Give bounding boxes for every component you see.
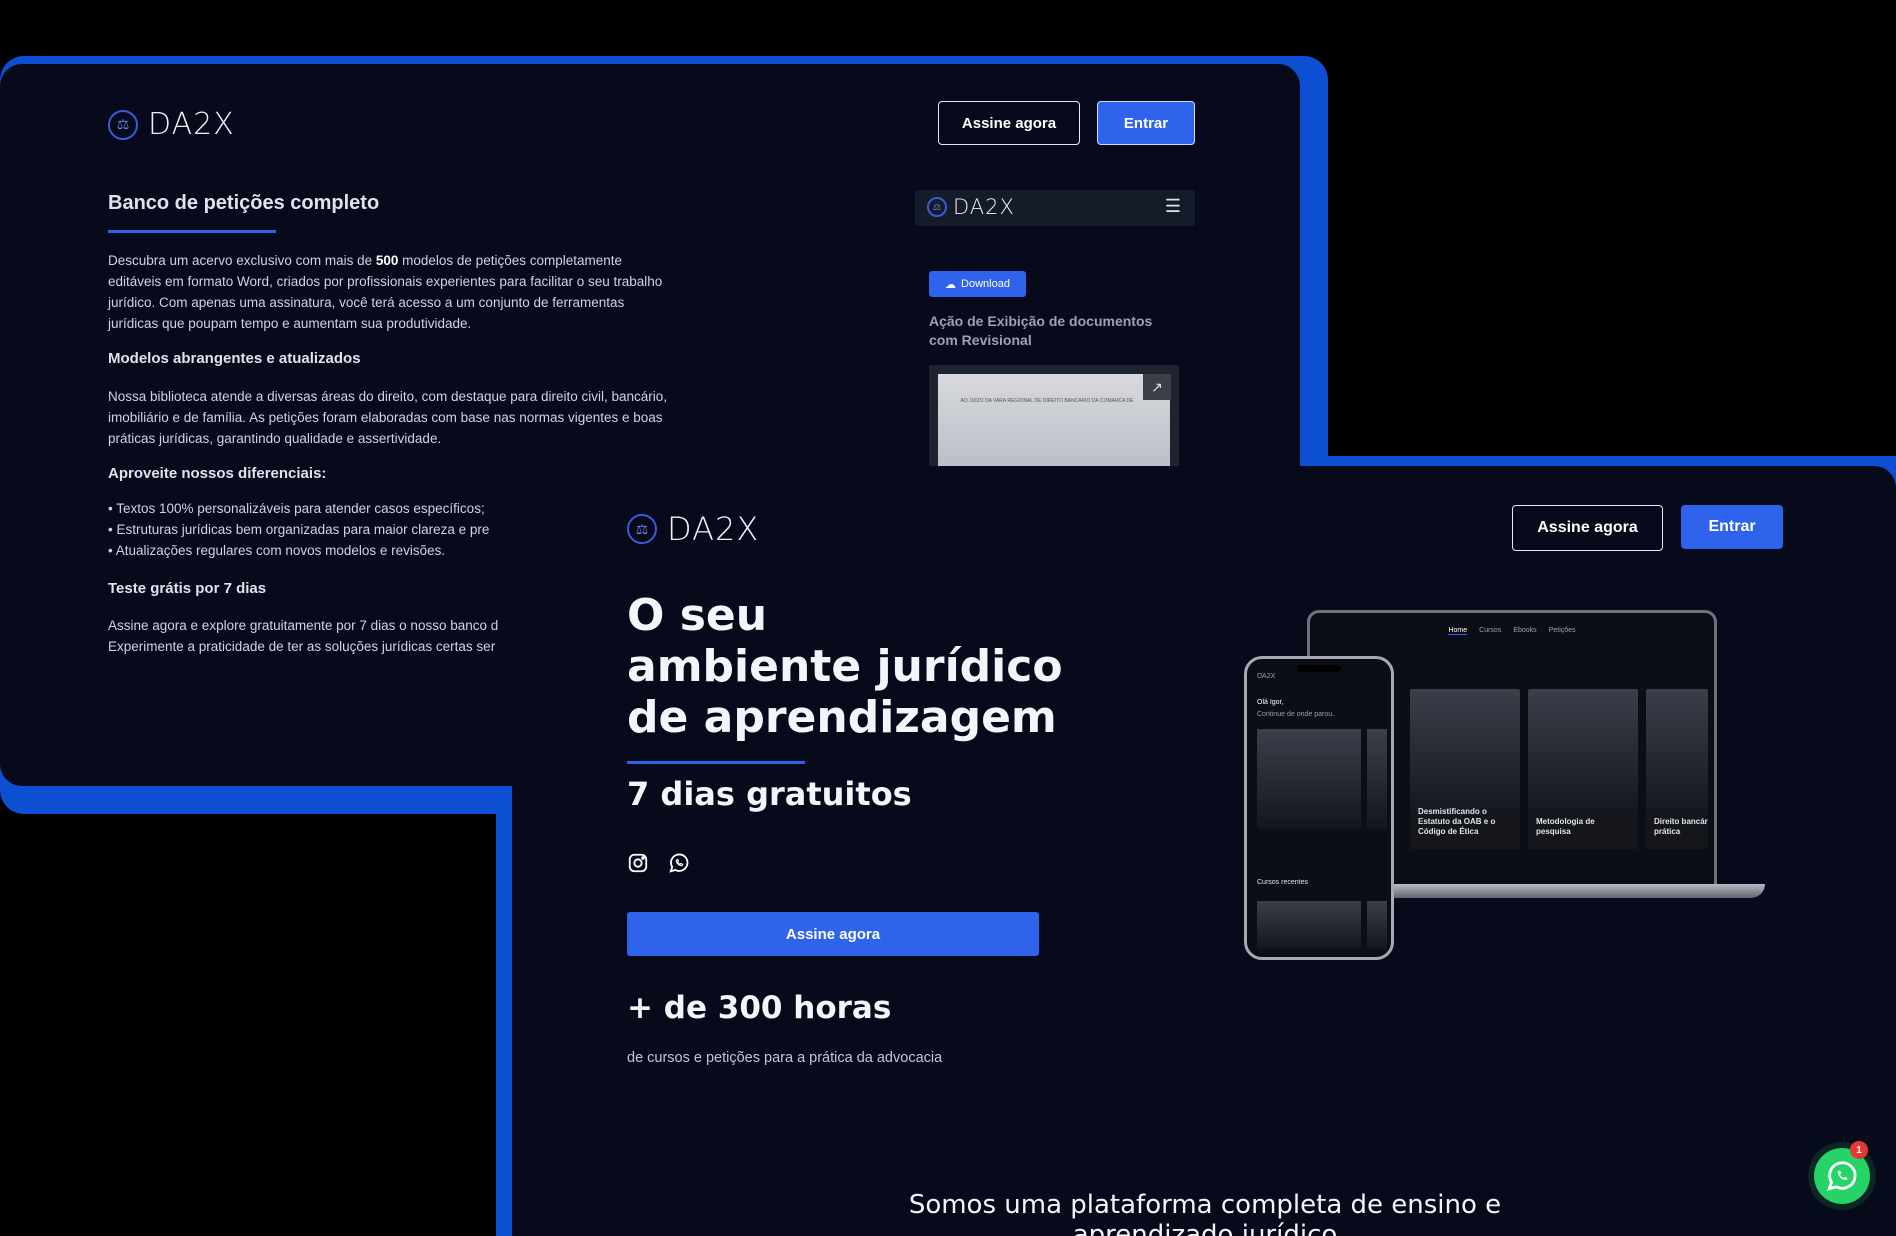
- phone-recent-card: [1367, 901, 1387, 949]
- about-line: aprendizado jurídico: [1072, 1220, 1338, 1236]
- phone-logo: DA2X: [1257, 673, 1276, 680]
- logo-text: DA2X: [667, 510, 760, 548]
- hero-underline: [627, 761, 805, 764]
- instagram-icon[interactable]: [627, 852, 649, 874]
- back-login-button[interactable]: Entrar: [1097, 101, 1195, 145]
- phone-notch: [1297, 665, 1341, 672]
- hero-subheading: 7 dias gratuitos: [627, 775, 912, 813]
- front-logo[interactable]: ⚖ DA2X: [627, 510, 759, 548]
- document-title: Ação de Exibição de documentos com Revis…: [929, 313, 1153, 348]
- whatsapp-icon: [1827, 1161, 1857, 1191]
- download-button[interactable]: ☁ Download: [929, 271, 1026, 297]
- course-card-title: Metodologia de pesquisa: [1536, 817, 1595, 836]
- intro-count: 500: [375, 253, 399, 268]
- course-card: Metodologia de pesquisa: [1528, 689, 1638, 849]
- course-card-title: Direito bancár prática: [1654, 817, 1708, 836]
- phone-mockup: DA2X Olá Igor, Continue de onde parou. C…: [1244, 656, 1394, 960]
- phone-recent: Cursos recentes: [1257, 879, 1308, 886]
- hero-line: de aprendizagem: [627, 692, 1057, 743]
- whatsapp-icon[interactable]: [668, 852, 690, 874]
- document-preview[interactable]: AO JUÍZO DA VARA REGIONAL DE DIREITO BAN…: [929, 365, 1179, 474]
- scales-icon: ⚖: [927, 197, 947, 217]
- phone-recent-card: [1257, 901, 1361, 949]
- intro-paragraph: Descubra um acervo exclusivo com mais de…: [108, 250, 668, 334]
- back-subscribe-button[interactable]: Assine agora: [938, 101, 1080, 145]
- scales-icon: ⚖: [108, 109, 138, 140]
- hours-stat: + de 300 horas: [627, 990, 892, 1026]
- section-heading: Modelos abrangentes e atualizados: [108, 350, 361, 367]
- mobile-logo: ⚖ DA2X: [927, 195, 1015, 219]
- hero-heading: O seu ambiente jurídico de aprendizagem: [627, 590, 1063, 743]
- laptop-nav-item: Cursos: [1479, 627, 1502, 634]
- hero-line: ambiente jurídico: [627, 641, 1063, 692]
- about-line: Somos uma plataforma completa de ensino …: [908, 1190, 1502, 1220]
- document-snippet: AO JUÍZO DA VARA REGIONAL DE DIREITO BAN…: [960, 398, 1134, 404]
- benefits-list: Textos 100% personalizáveis para atender…: [108, 498, 490, 561]
- external-link-icon[interactable]: ↗: [1143, 374, 1171, 400]
- back-logo[interactable]: ⚖ DA2X: [108, 107, 235, 142]
- course-card: Direito bancár prática: [1646, 689, 1708, 849]
- phone-course-card: [1367, 729, 1387, 829]
- section-paragraph: Nossa biblioteca atende a diversas áreas…: [108, 389, 668, 446]
- title-underline: [108, 230, 276, 233]
- section-heading: Aproveite nossos diferenciais:: [108, 465, 327, 482]
- document-page: [938, 374, 1170, 474]
- section-heading: Teste grátis por 7 dias: [108, 580, 267, 597]
- list-item: Estruturas jurídicas bem organizadas par…: [108, 519, 489, 540]
- phone-course-card: [1257, 729, 1361, 829]
- cta-subscribe-button[interactable]: Assine agora: [627, 912, 1039, 956]
- mobile-header-preview: ⚖ DA2X ☰: [915, 190, 1195, 226]
- laptop-nav-item: Petições: [1548, 627, 1576, 634]
- scales-icon: ⚖: [627, 514, 657, 544]
- notification-badge: 1: [1850, 1141, 1868, 1159]
- intro-text: Descubra um acervo exclusivo com mais de: [108, 253, 376, 268]
- laptop-nav-item: Home: [1448, 627, 1468, 635]
- logo-text: DA2X: [148, 107, 235, 142]
- course-card: Desmistificando o Estatuto da OAB e o Có…: [1410, 689, 1520, 849]
- hours-stat-description: de cursos e petições para a prática da a…: [627, 1050, 943, 1066]
- hero-line: O seu: [627, 590, 768, 641]
- laptop-nav: Home Cursos Ebooks Petições: [1310, 627, 1714, 635]
- cloud-download-icon: ☁: [945, 278, 957, 291]
- front-login-button[interactable]: Entrar: [1681, 505, 1783, 549]
- phone-continue: Continue de onde parou.: [1257, 711, 1335, 718]
- page-title: Banco de petições completo: [108, 192, 380, 214]
- list-item: Atualizações regulares com novos modelos…: [108, 540, 489, 561]
- laptop-nav-item: Ebooks: [1513, 627, 1537, 634]
- course-card-title: Desmistificando o Estatuto da OAB e o Có…: [1418, 807, 1496, 836]
- hamburger-menu-icon[interactable]: ☰: [1165, 196, 1181, 217]
- list-item: Textos 100% personalizáveis para atender…: [108, 498, 489, 519]
- front-subscribe-button[interactable]: Assine agora: [1512, 505, 1663, 551]
- phone-greeting: Olá Igor,: [1257, 699, 1284, 706]
- download-label: Download: [961, 278, 1010, 290]
- about-heading: Somos uma plataforma completa de ensino …: [855, 1190, 1555, 1236]
- logo-text: DA2X: [953, 195, 1015, 219]
